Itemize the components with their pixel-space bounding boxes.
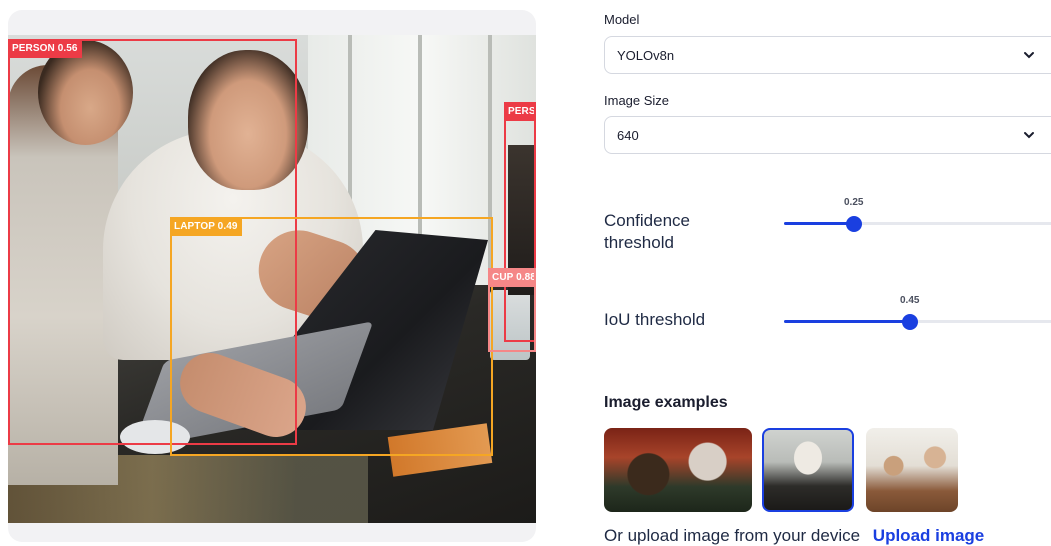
example-thumbnail-football[interactable] [604,428,752,512]
example-thumbnail-laptop-selected[interactable] [762,428,854,512]
image-examples-title: Image examples [604,394,728,411]
chevron-down-icon[interactable] [1023,129,1035,141]
upload-row: Or upload image from your device Upload … [604,526,984,546]
image-size-select[interactable]: 640 [604,116,1051,154]
chevron-down-icon[interactable] [1023,49,1035,61]
model-select[interactable]: YOLOv8n [604,36,1051,74]
confidence-slider-fill [784,222,854,225]
iou-threshold-label: IoU threshold [604,310,706,329]
confidence-slider-thumb[interactable] [846,216,862,232]
bbox-label: LAPTOP 0.49 [170,217,242,236]
iou-value: 0.45 [900,295,920,306]
confidence-value: 0.25 [844,197,864,208]
example-thumbnail-dinner[interactable] [866,428,958,512]
iou-slider-fill [784,320,910,323]
bbox-laptop: LAPTOP 0.49 [170,217,493,456]
iou-slider-thumb[interactable] [902,314,918,330]
bbox-label: CUP 0.88 [490,270,534,287]
model-select-value: YOLOv8n [617,48,675,63]
image-size-select-value: 640 [617,128,639,143]
model-label: Model [604,12,640,27]
detection-preview-panel: PERSON 0.56 LAPTOP 0.49 PERSON CUP 0.88 [8,10,536,542]
detection-result-image: PERSON 0.56 LAPTOP 0.49 PERSON CUP 0.88 [8,35,536,523]
confidence-threshold-label: Confidence threshold [604,211,691,252]
upload-image-link[interactable]: Upload image [873,526,984,545]
image-size-label: Image Size [604,93,670,108]
bbox-label: PERSON 0.56 [8,39,82,58]
upload-prompt: Or upload image from your device [604,526,861,545]
bbox-label: PERSON [506,104,534,121]
bbox-cup: CUP 0.88 [488,268,536,352]
